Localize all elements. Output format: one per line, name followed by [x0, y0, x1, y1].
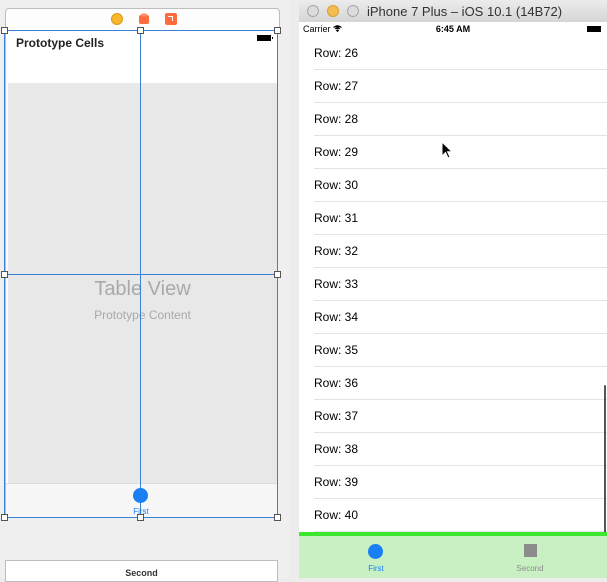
window-title-bar[interactable]: iPhone 7 Plus – iOS 10.1 (14B72): [299, 0, 607, 23]
mouse-cursor-icon: [441, 141, 453, 159]
circle-icon: [368, 544, 383, 559]
zoom-button[interactable]: [347, 5, 359, 17]
battery-icon: [587, 26, 601, 32]
tab-second[interactable]: Second: [453, 536, 607, 578]
row-label: Row: 28: [314, 112, 359, 126]
minimize-button[interactable]: [327, 5, 339, 17]
horizontal-guide: [4, 274, 278, 275]
resize-handle[interactable]: [274, 271, 281, 278]
tab-label: First: [368, 564, 384, 573]
close-button[interactable]: [307, 5, 319, 17]
resize-handle[interactable]: [1, 514, 8, 521]
table-view-sublabel: Prototype Content: [94, 308, 191, 322]
table-view[interactable]: Row: 26 Row: 27 Row: 28 Row: 29 Row: 30 Row: …: [299, 37, 607, 532]
exit-icon[interactable]: [165, 13, 177, 25]
table-row[interactable]: Row: 39: [299, 466, 607, 499]
table-row[interactable]: Row: 28: [299, 103, 607, 136]
row-label: Row: 26: [314, 46, 359, 60]
row-label: Row: 32: [314, 244, 359, 258]
resize-handle[interactable]: [274, 27, 281, 34]
second-scene[interactable]: Second: [5, 560, 278, 582]
table-row[interactable]: Row: 26: [299, 37, 607, 70]
device-screen[interactable]: Carrier 6:45 AM Row: 26 Row: 27 Row: 28 Row…: [299, 22, 607, 578]
tab-first[interactable]: First: [299, 536, 453, 578]
row-label: Row: 30: [314, 178, 359, 192]
table-row[interactable]: Row: 32: [299, 235, 607, 268]
table-row[interactable]: Row: 40: [299, 499, 607, 532]
tab-bar: First Second: [299, 536, 607, 578]
scroll-indicator[interactable]: [604, 385, 606, 535]
table-row[interactable]: Row: 27: [299, 70, 607, 103]
table-row[interactable]: Row: 33: [299, 268, 607, 301]
tab-label: Second: [516, 564, 544, 573]
resize-handle[interactable]: [137, 27, 144, 34]
first-responder-icon[interactable]: [138, 13, 150, 25]
table-row[interactable]: Row: 30: [299, 169, 607, 202]
scene-title: Prototype Cells: [16, 36, 105, 50]
row-label: Row: 31: [314, 211, 359, 225]
row-label: Row: 39: [314, 475, 359, 489]
battery-icon: [257, 35, 273, 41]
row-label: Row: 34: [314, 310, 359, 324]
row-label: Row: 38: [314, 442, 359, 456]
storyboard-tab-label: First: [133, 507, 149, 516]
table-row[interactable]: Row: 36: [299, 367, 607, 400]
table-row[interactable]: Row: 37: [299, 400, 607, 433]
table-row[interactable]: Row: 31: [299, 202, 607, 235]
resize-handle[interactable]: [1, 271, 8, 278]
row-label: Row: 36: [314, 376, 359, 390]
resize-handle[interactable]: [1, 27, 8, 34]
interface-builder-canvas: Prototype Cells Table View Prototype Con…: [0, 0, 290, 582]
circle-icon: [133, 488, 148, 503]
row-label: Row: 27: [314, 79, 359, 93]
status-time: 6:45 AM: [435, 24, 471, 34]
table-row[interactable]: Row: 34: [299, 301, 607, 334]
row-label: Row: 40: [314, 508, 359, 522]
row-label: Row: 35: [314, 343, 359, 357]
table-view-label: Table View: [94, 278, 191, 300]
row-label: Row: 33: [314, 277, 359, 291]
table-row[interactable]: Row: 38: [299, 433, 607, 466]
simulator-window: iPhone 7 Plus – iOS 10.1 (14B72) Carrier…: [299, 0, 607, 578]
table-view-placeholder[interactable]: Table View Prototype Content: [8, 83, 277, 483]
second-scene-label: Second: [125, 568, 158, 578]
row-label: Row: 29: [314, 145, 359, 159]
square-icon: [524, 544, 537, 557]
resize-handle[interactable]: [274, 514, 281, 521]
row-label: Row: 37: [314, 409, 359, 423]
table-row[interactable]: Row: 29: [299, 136, 607, 169]
view-controller-icon[interactable]: [111, 13, 123, 25]
window-title: iPhone 7 Plus – iOS 10.1 (14B72): [367, 4, 563, 19]
table-row[interactable]: Row: 35: [299, 334, 607, 367]
